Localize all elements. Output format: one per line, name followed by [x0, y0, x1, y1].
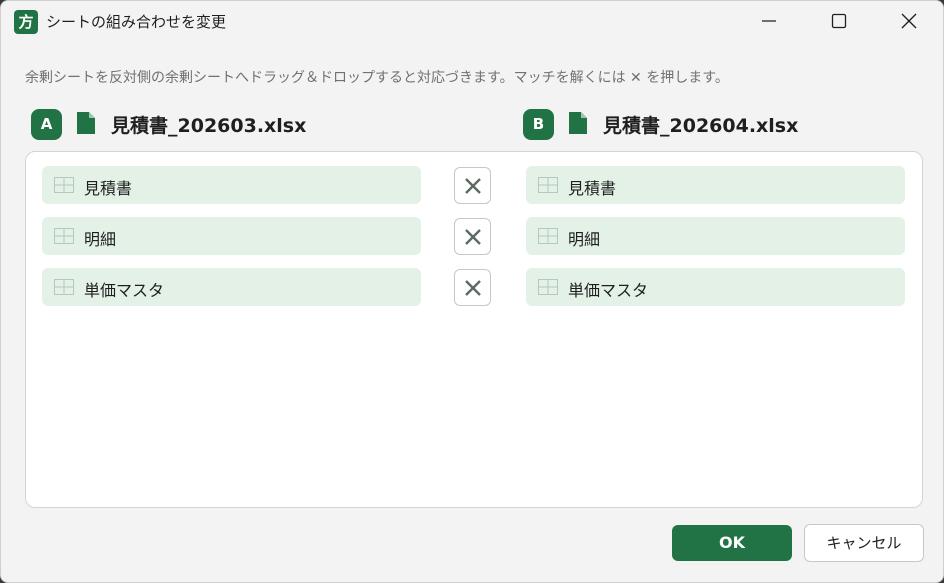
sheet-grid-icon — [54, 177, 74, 193]
close-icon — [465, 280, 481, 296]
app-icon: 方 — [14, 10, 38, 34]
minimize-button[interactable] — [746, 1, 792, 41]
close-button[interactable] — [886, 1, 932, 41]
sheet-a-tanka-master[interactable]: 単価マスタ — [42, 268, 421, 306]
sheet-a-meisai[interactable]: 明細 — [42, 217, 421, 255]
file-b-name: 見積書_202604.xlsx — [603, 115, 799, 137]
title-bar[interactable]: 方 シートの組み合わせを変更 — [1, 1, 943, 41]
sheet-a-mitsumorisho[interactable]: 見積書 — [42, 166, 421, 204]
sheet-grid-icon — [538, 228, 558, 244]
unmatch-button-3[interactable] — [454, 269, 491, 306]
instruction-text: 余剰シートを反対側の余剰シートへドラッグ＆ドロップすると対応づきます。マッチを解… — [25, 70, 729, 86]
sheet-label: 明細 — [568, 230, 601, 249]
sheet-label: 見積書 — [84, 179, 133, 198]
sheet-b-meisai[interactable]: 明細 — [526, 217, 905, 255]
window-title: シートの組み合わせを変更 — [46, 13, 227, 31]
cancel-button[interactable]: キャンセル — [804, 524, 924, 562]
close-icon — [901, 13, 917, 29]
file-b-badge: B — [523, 109, 554, 140]
sheet-pairs-panel: 見積書 見積書 明細 明細 単価マスタ 単価マスタ — [25, 151, 923, 508]
sheet-label: 明細 — [84, 230, 117, 249]
sheet-b-tanka-master[interactable]: 単価マスタ — [526, 268, 905, 306]
sheet-label: 単価マスタ — [568, 281, 649, 300]
unmatch-button-1[interactable] — [454, 167, 491, 204]
maximize-icon — [831, 13, 847, 29]
minimize-icon — [762, 20, 776, 22]
sheet-grid-icon — [538, 279, 558, 295]
document-icon — [569, 112, 587, 134]
sheet-label: 単価マスタ — [84, 281, 165, 300]
maximize-button[interactable] — [816, 1, 862, 41]
ok-button[interactable]: OK — [672, 525, 792, 561]
sheet-grid-icon — [54, 228, 74, 244]
file-a-name: 見積書_202603.xlsx — [111, 115, 307, 137]
sheet-label: 見積書 — [568, 179, 617, 198]
close-icon — [465, 178, 481, 194]
sheet-b-mitsumorisho[interactable]: 見積書 — [526, 166, 905, 204]
sheet-grid-icon — [54, 279, 74, 295]
unmatch-button-2[interactable] — [454, 218, 491, 255]
dialog-window: 方 シートの組み合わせを変更 余剰シートを反対側の余剰シートへドラッグ＆ドロップ… — [0, 0, 944, 583]
sheet-grid-icon — [538, 177, 558, 193]
file-a-badge: A — [31, 109, 62, 140]
close-icon — [465, 229, 481, 245]
document-icon — [77, 112, 95, 134]
